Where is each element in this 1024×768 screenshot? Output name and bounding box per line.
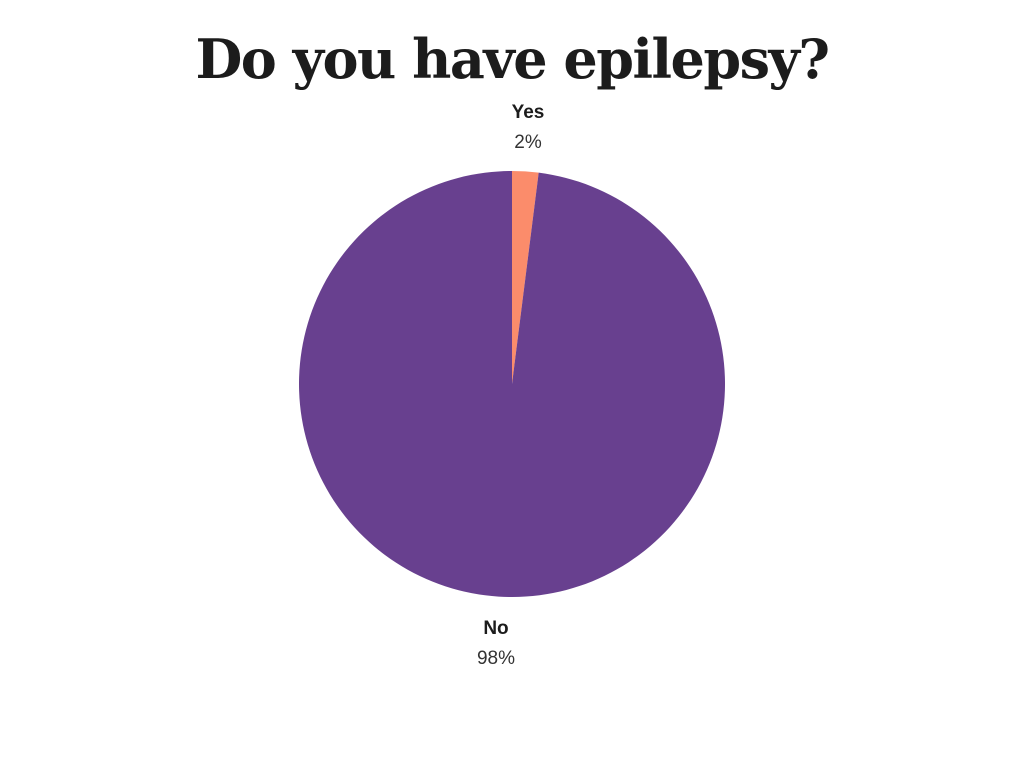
chart-page: Do you have epilepsy? Yes 2% No 98% <box>0 0 1024 768</box>
pie-slices <box>299 171 726 597</box>
slice-value-yes: 2% <box>514 132 542 153</box>
pie-chart: Yes 2% No 98% <box>299 102 726 669</box>
slice-label-no: No <box>483 618 508 639</box>
slice-label-yes: Yes <box>512 102 545 123</box>
slice-value-no: 98% <box>477 648 515 669</box>
